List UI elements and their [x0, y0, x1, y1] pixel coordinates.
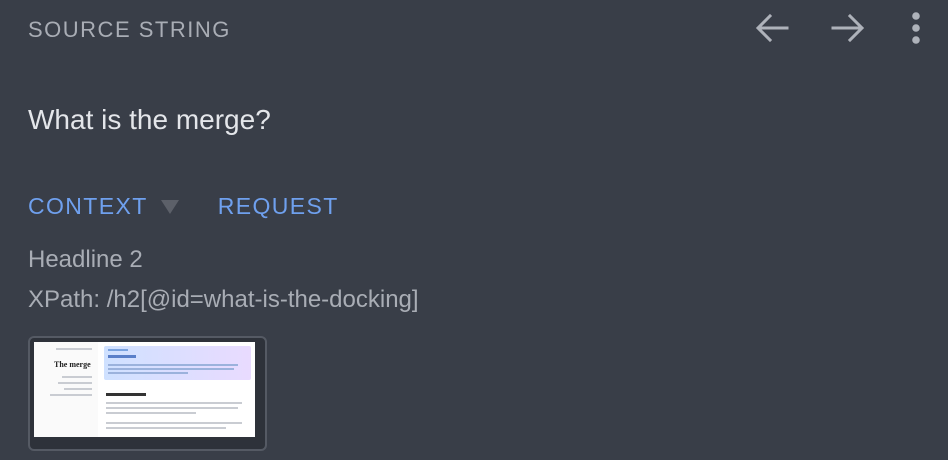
- tab-request-label: REQUEST: [217, 193, 339, 219]
- context-xpath: XPath: /h2[@id=what-is-the-docking]: [28, 286, 419, 313]
- next-button[interactable]: [826, 10, 870, 50]
- screenshot-thumbnail[interactable]: The merge: [28, 336, 267, 451]
- arrow-left-icon: [754, 12, 790, 49]
- thumbnail-sidebar: The merge: [34, 342, 98, 437]
- context-tabs: CONTEXT REQUEST: [28, 192, 339, 220]
- thumbnail-banner: [104, 346, 251, 380]
- tab-context[interactable]: CONTEXT: [28, 192, 179, 220]
- arrow-right-icon: [830, 12, 866, 49]
- toolbar: [750, 10, 928, 50]
- tab-request[interactable]: REQUEST: [218, 192, 339, 220]
- context-element-type: Headline 2: [28, 246, 143, 273]
- caret-down-icon[interactable]: [160, 200, 179, 214]
- more-vertical-icon: [911, 11, 921, 50]
- tab-context-label: CONTEXT: [28, 193, 148, 219]
- panel-title: SOURCE STRING: [28, 17, 231, 42]
- more-options-button[interactable]: [904, 10, 928, 50]
- previous-button[interactable]: [750, 10, 794, 50]
- thumbnail-heading: The merge: [54, 360, 91, 369]
- source-string-text: What is the merge?: [28, 104, 271, 135]
- screenshot-thumbnail-image: The merge: [34, 342, 255, 437]
- source-string-panel: SOURCE STRING What is the merge? CONTEXT…: [0, 0, 948, 460]
